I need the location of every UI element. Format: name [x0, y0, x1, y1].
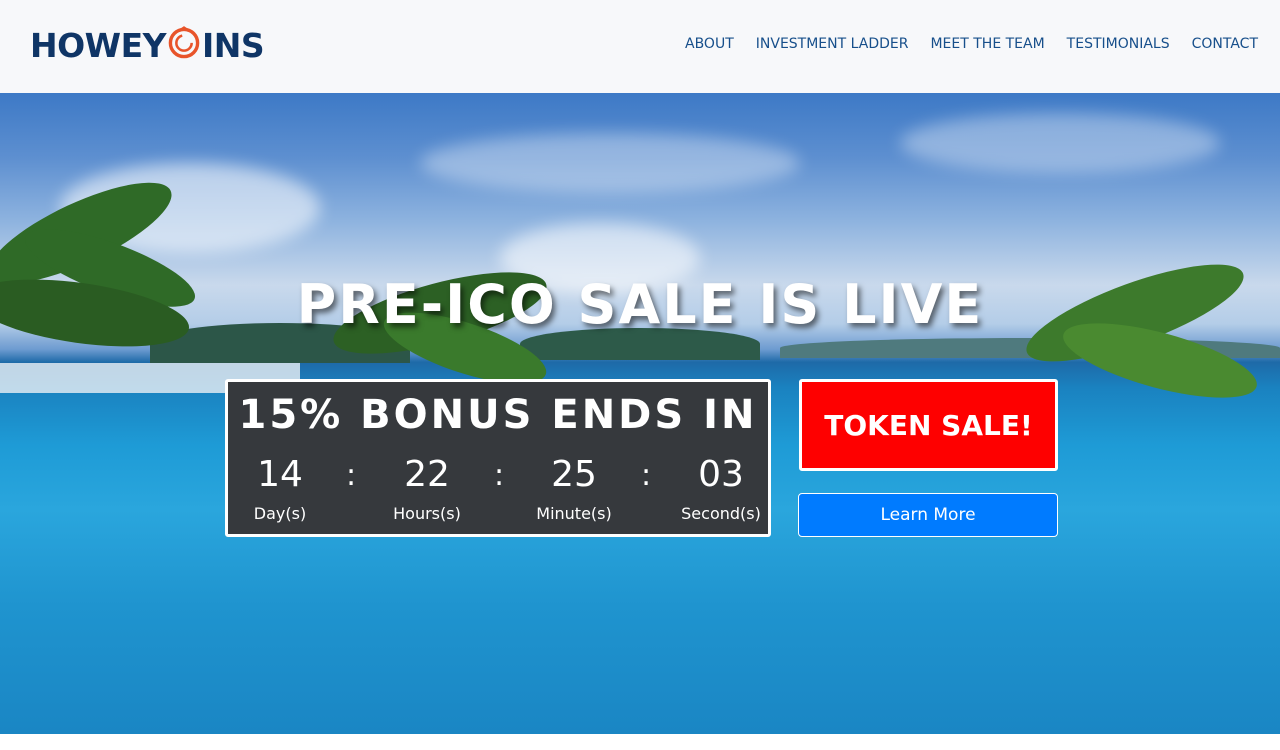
hero-section: PRE-ICO SALE IS LIVE 15% BONUS ENDS IN 1…	[0, 93, 1280, 734]
countdown-seconds-label: Second(s)	[681, 504, 761, 523]
nav-testimonials[interactable]: TESTIMONIALS	[1067, 36, 1170, 52]
countdown-minutes: 25 Minute(s)	[519, 454, 629, 523]
nav-investment-ladder[interactable]: INVESTMENT LADDER	[756, 36, 909, 52]
countdown-separator: :	[494, 458, 505, 493]
coin-logo-icon	[168, 26, 200, 59]
countdown-hours-value: 22	[404, 454, 450, 495]
site-header: HOWEY INS ABOUT INVESTMENT LADDER MEET T…	[0, 0, 1280, 93]
countdown-seconds-value: 03	[698, 454, 744, 495]
nav-contact[interactable]: CONTACT	[1192, 36, 1258, 52]
countdown-minutes-value: 25	[551, 454, 597, 495]
logo[interactable]: HOWEY INS	[30, 26, 330, 66]
countdown-separator: :	[346, 458, 357, 493]
main-nav: ABOUT INVESTMENT LADDER MEET THE TEAM TE…	[685, 36, 1258, 52]
countdown-days: 14 Day(s)	[225, 454, 335, 523]
nav-meet-the-team[interactable]: MEET THE TEAM	[930, 36, 1044, 52]
countdown-hours: 22 Hours(s)	[372, 454, 482, 523]
learn-more-button[interactable]: Learn More	[798, 493, 1058, 537]
token-sale-button[interactable]: TOKEN SALE!	[799, 379, 1058, 471]
hero-title: PRE-ICO SALE IS LIVE	[296, 273, 984, 336]
countdown-title: 15% BONUS ENDS IN	[238, 392, 758, 438]
countdown-days-value: 14	[257, 454, 303, 495]
countdown-separator: :	[641, 458, 652, 493]
page-bottom-strip	[0, 734, 1280, 750]
logo-text-suffix: INS	[202, 26, 265, 65]
nav-about[interactable]: ABOUT	[685, 36, 734, 52]
countdown-seconds: 03 Second(s)	[666, 454, 776, 523]
countdown-minutes-label: Minute(s)	[536, 504, 612, 523]
logo-text-prefix: HOWEY	[30, 26, 167, 65]
countdown-days-label: Day(s)	[253, 504, 307, 523]
countdown-hours-label: Hours(s)	[393, 504, 461, 523]
countdown-box: 15% BONUS ENDS IN 14 Day(s) : 22 Hours(s…	[225, 379, 771, 537]
